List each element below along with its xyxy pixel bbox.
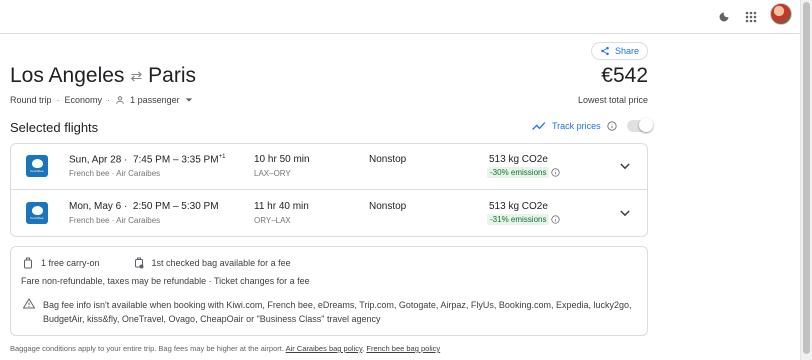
- info-icon[interactable]: [551, 215, 560, 224]
- flight-date: Mon, May 6: [69, 201, 122, 212]
- airline-names: French bee · Air Caraibes: [69, 169, 161, 178]
- apps-grid-icon[interactable]: [740, 6, 762, 28]
- share-icon: [601, 46, 609, 56]
- passenger-selector[interactable]: 1 passenger: [115, 95, 193, 105]
- info-icon[interactable]: [551, 168, 560, 177]
- top-bar: [0, 0, 800, 34]
- fare-rules: Fare non-refundable, taxes may be refund…: [21, 276, 310, 286]
- flight-duration: 11 hr 40 min: [254, 201, 309, 212]
- scrollbar-thumb[interactable]: [803, 2, 810, 354]
- person-icon: [116, 96, 124, 104]
- baggage-info-box: 1 free carry-on 1st checked bag availabl…: [10, 246, 648, 336]
- chevron-down-icon[interactable]: [617, 205, 633, 221]
- separator-dot: ·: [107, 95, 111, 105]
- separator-dot: ·: [56, 95, 60, 105]
- total-price: €542: [601, 64, 648, 87]
- emissions-badge: -30% emissions: [487, 167, 550, 178]
- track-prices[interactable]: Track prices: [532, 118, 653, 132]
- toggle-knob: [638, 118, 653, 132]
- track-prices-toggle[interactable]: [626, 118, 653, 132]
- chevron-down-icon[interactable]: [617, 158, 633, 174]
- french-bee-logo-icon: frenchbee: [26, 202, 48, 224]
- logo-bee: [31, 159, 43, 168]
- airport-codes: ORY–LAX: [254, 216, 291, 225]
- track-prices-label: Track prices: [552, 121, 601, 131]
- passenger-count: 1 passenger: [130, 95, 180, 105]
- trip-type: Round trip: [10, 95, 52, 105]
- carry-on-bag-icon: [24, 257, 32, 269]
- airport-codes: LAX–ORY: [254, 169, 291, 178]
- origin-city: Los Angeles: [10, 64, 125, 87]
- logo-bee: [31, 206, 43, 215]
- emissions-badge: -31% emissions: [487, 214, 550, 225]
- selected-flights-list: frenchbee Sun, Apr 28 · 7:45 PM – 3:35 P…: [10, 143, 648, 237]
- footer-text: Baggage conditions apply to your entire …: [10, 344, 284, 353]
- flight-times: Mon, May 6 · 2:50 PM – 5:30 PM: [69, 201, 219, 212]
- footer-separator: ,: [362, 344, 365, 353]
- logo-wordmark: frenchbee: [30, 169, 44, 173]
- departure-time: 7:45 PM: [132, 154, 171, 166]
- info-icon[interactable]: [607, 121, 617, 131]
- air-caraibes-bag-policy-link[interactable]: Air Caraibes bag policy: [286, 344, 363, 353]
- co2-amount: 513 kg CO2e: [489, 201, 548, 212]
- route-title: Los Angeles ⇄ Paris: [10, 64, 196, 88]
- stops: Nonstop: [369, 201, 407, 212]
- checked-bag-text: 1st checked bag available for a fee: [151, 258, 291, 268]
- bag-allowance: 1 free carry-on 1st checked bag availabl…: [23, 257, 291, 269]
- share-label: Share: [614, 46, 640, 56]
- logo-wordmark: frenchbee: [30, 216, 44, 220]
- round-trip-arrows-icon: ⇄: [130, 67, 143, 84]
- trend-chart-icon: [532, 122, 546, 130]
- dark-mode-moon-icon[interactable]: [713, 6, 735, 28]
- share-button[interactable]: Share: [591, 42, 648, 60]
- arrival-time: 3:35 PM: [181, 154, 219, 166]
- flight-row-outbound[interactable]: frenchbee Sun, Apr 28 · 7:45 PM – 3:35 P…: [11, 144, 647, 190]
- dropdown-caret-icon: [185, 98, 192, 102]
- co2-amount: 513 kg CO2e: [489, 154, 548, 165]
- day-offset: +1: [218, 154, 226, 160]
- trip-details: Round trip · Economy · 1 passenger: [10, 95, 193, 105]
- page-scrollbar[interactable]: [800, 0, 812, 360]
- flight-row-return[interactable]: frenchbee Mon, May 6 · 2:50 PM – 5:30 PM…: [11, 191, 647, 237]
- selected-flights-heading: Selected flights: [10, 120, 99, 135]
- french-bee-bag-policy-link[interactable]: French bee bag policy: [366, 344, 440, 353]
- flight-duration: 10 hr 50 min: [254, 154, 310, 165]
- carry-on-text: 1 free carry-on: [41, 258, 100, 268]
- warning-icon: [23, 298, 35, 309]
- bag-fee-warning: Bag fee info isn't available when bookin…: [43, 300, 632, 324]
- baggage-footer: Baggage conditions apply to your entire …: [10, 344, 440, 353]
- flight-date: Sun, Apr 28: [69, 154, 122, 166]
- destination-city: Paris: [148, 64, 197, 87]
- departure-time: 2:50 PM: [132, 201, 171, 212]
- arrival-time: 5:30 PM: [181, 201, 219, 212]
- french-bee-logo-icon: frenchbee: [26, 155, 48, 177]
- cabin-class: Economy: [64, 95, 103, 105]
- stops: Nonstop: [369, 154, 407, 165]
- account-avatar[interactable]: [770, 3, 792, 25]
- price-label: Lowest total price: [577, 95, 648, 105]
- checked-bag-fee-icon: [134, 257, 144, 269]
- flight-times: Sun, Apr 28 · 7:45 PM – 3:35 PM+1: [69, 154, 226, 166]
- airline-names: French bee · Air Caraibes: [69, 216, 161, 225]
